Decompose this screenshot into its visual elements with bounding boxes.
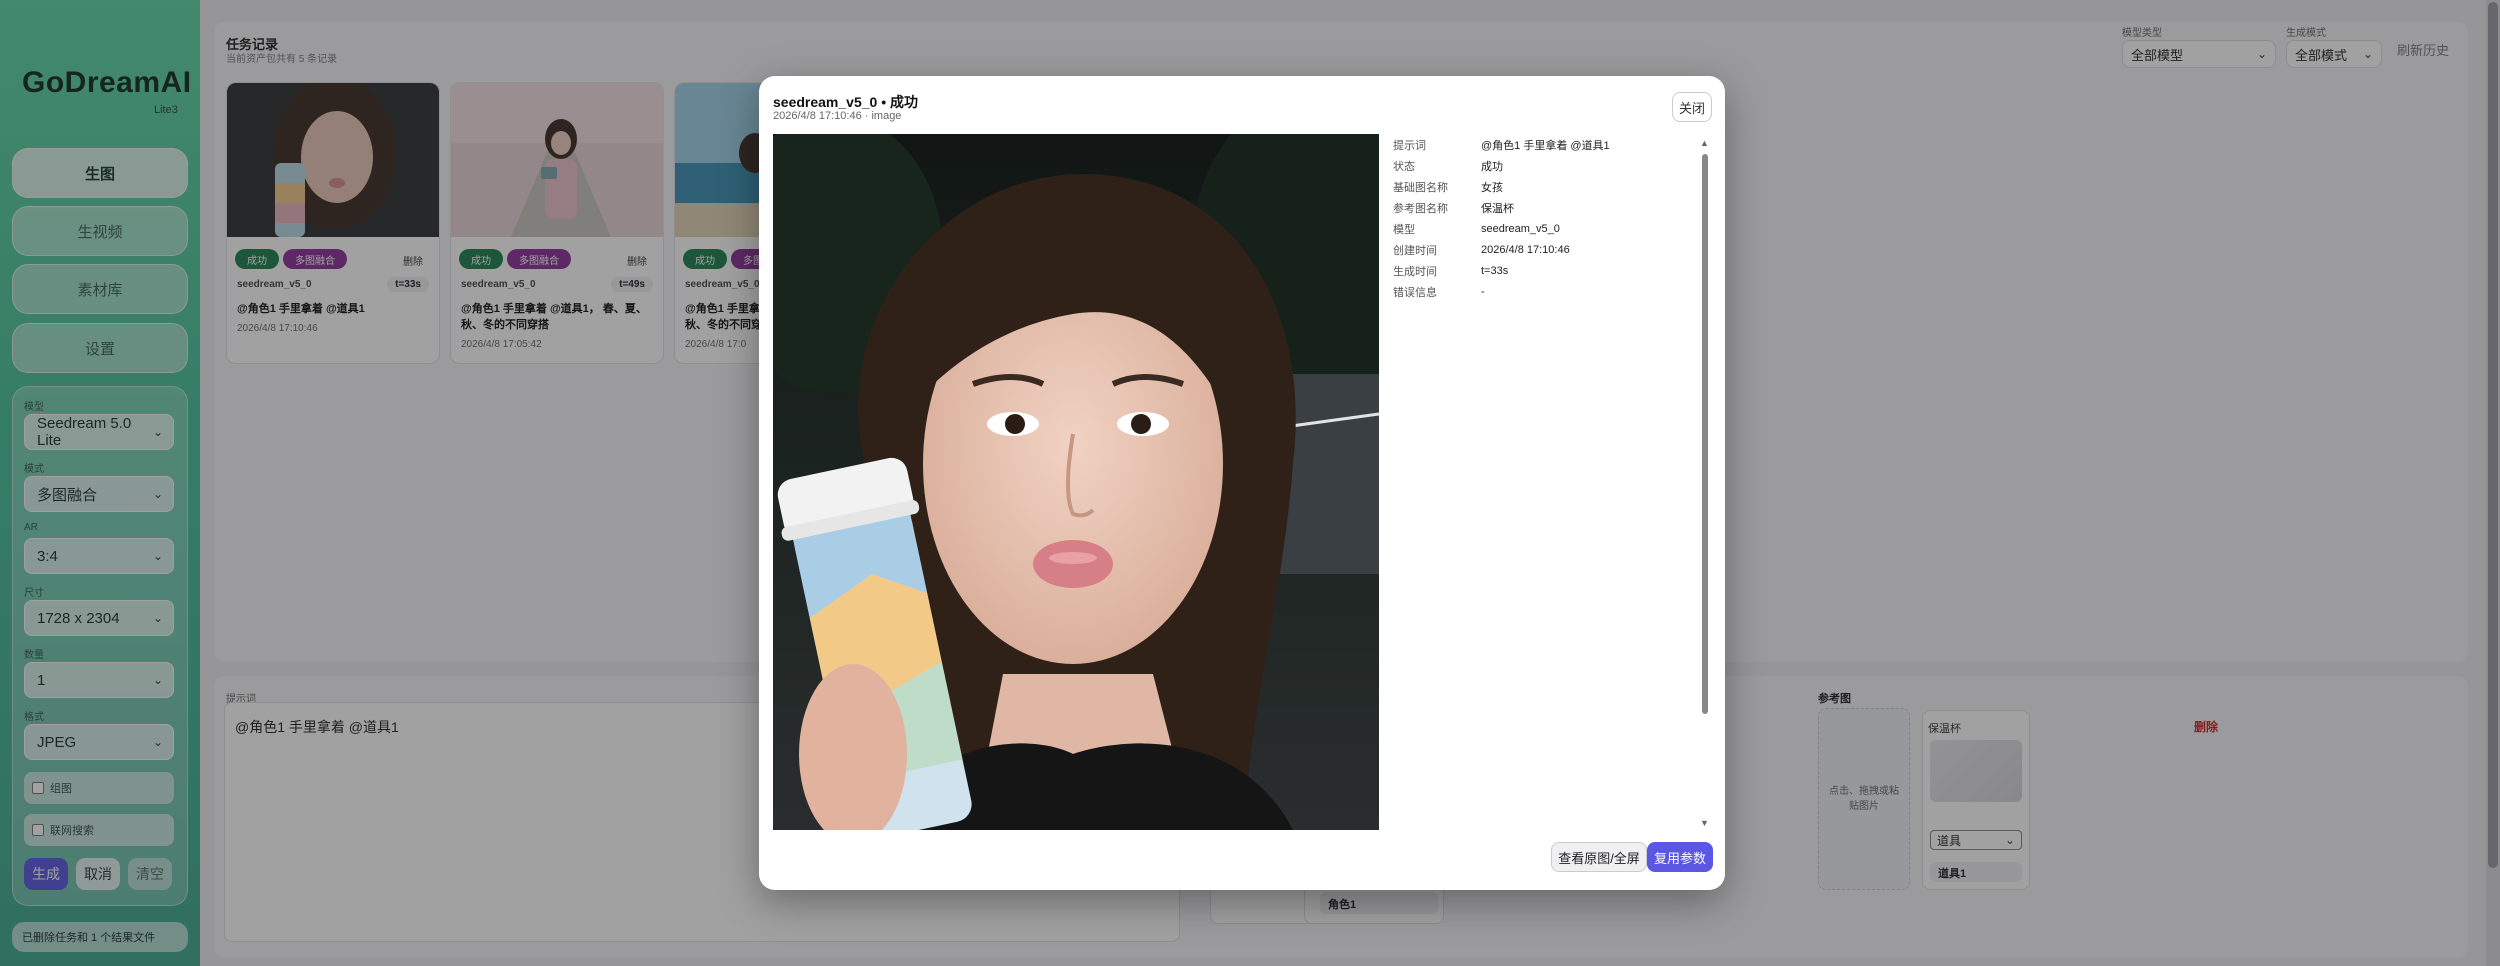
info-key: 模型: [1393, 223, 1415, 236]
close-button[interactable]: 关闭: [1672, 92, 1712, 122]
info-row-reference-image: 参考图名称 保温杯: [1393, 197, 1693, 218]
modal-title: seedream_v5_0 • 成功: [773, 94, 918, 110]
portrait-image: [773, 134, 1379, 830]
info-key: 提示词: [1393, 139, 1426, 152]
info-value: 2026/4/8 17:10:46: [1481, 243, 1570, 256]
modal-scrollbar-thumb[interactable]: [1702, 154, 1708, 714]
task-detail-info: 提示词 @角色1 手里拿着 @道具1 状态 成功 基础图名称 女孩 参考图名称 保温杯 …: [1393, 134, 1693, 302]
task-detail-modal: seedream_v5_0 • 成功 2026/4/8 17:10:46 · i…: [759, 76, 1725, 890]
reuse-params-button[interactable]: 复用参数: [1647, 842, 1713, 872]
info-row-created: 创建时间 2026/4/8 17:10:46: [1393, 239, 1693, 260]
info-value: @角色1 手里拿着 @道具1: [1481, 139, 1610, 152]
info-row-prompt: 提示词 @角色1 手里拿着 @道具1: [1393, 134, 1693, 155]
scroll-up-icon[interactable]: ▲: [1700, 138, 1709, 148]
info-key: 状态: [1393, 160, 1415, 173]
info-row-duration: 生成时间 t=33s: [1393, 260, 1693, 281]
info-row-model: 模型 seedream_v5_0: [1393, 218, 1693, 239]
info-row-base-image: 基础图名称 女孩: [1393, 176, 1693, 197]
info-row-error: 错误信息 -: [1393, 281, 1693, 302]
info-key: 错误信息: [1393, 286, 1437, 299]
info-key: 基础图名称: [1393, 181, 1448, 194]
info-value: 保温杯: [1481, 202, 1514, 215]
scroll-down-icon[interactable]: ▼: [1700, 818, 1709, 828]
modal-scrollbar[interactable]: ▲ ▼: [1700, 138, 1710, 828]
info-row-status: 状态 成功: [1393, 155, 1693, 176]
info-key: 生成时间: [1393, 265, 1437, 278]
info-key: 参考图名称: [1393, 202, 1448, 215]
modal-subtitle: 2026/4/8 17:10:46 · image: [773, 110, 902, 122]
info-value: 女孩: [1481, 181, 1503, 194]
info-value: -: [1481, 285, 1485, 298]
info-value: t=33s: [1481, 264, 1509, 277]
info-value: 成功: [1481, 160, 1503, 173]
view-original-button[interactable]: 查看原图/全屏: [1551, 842, 1647, 872]
result-image[interactable]: [773, 134, 1379, 830]
info-value: seedream_v5_0: [1481, 222, 1560, 235]
info-key: 创建时间: [1393, 244, 1437, 257]
